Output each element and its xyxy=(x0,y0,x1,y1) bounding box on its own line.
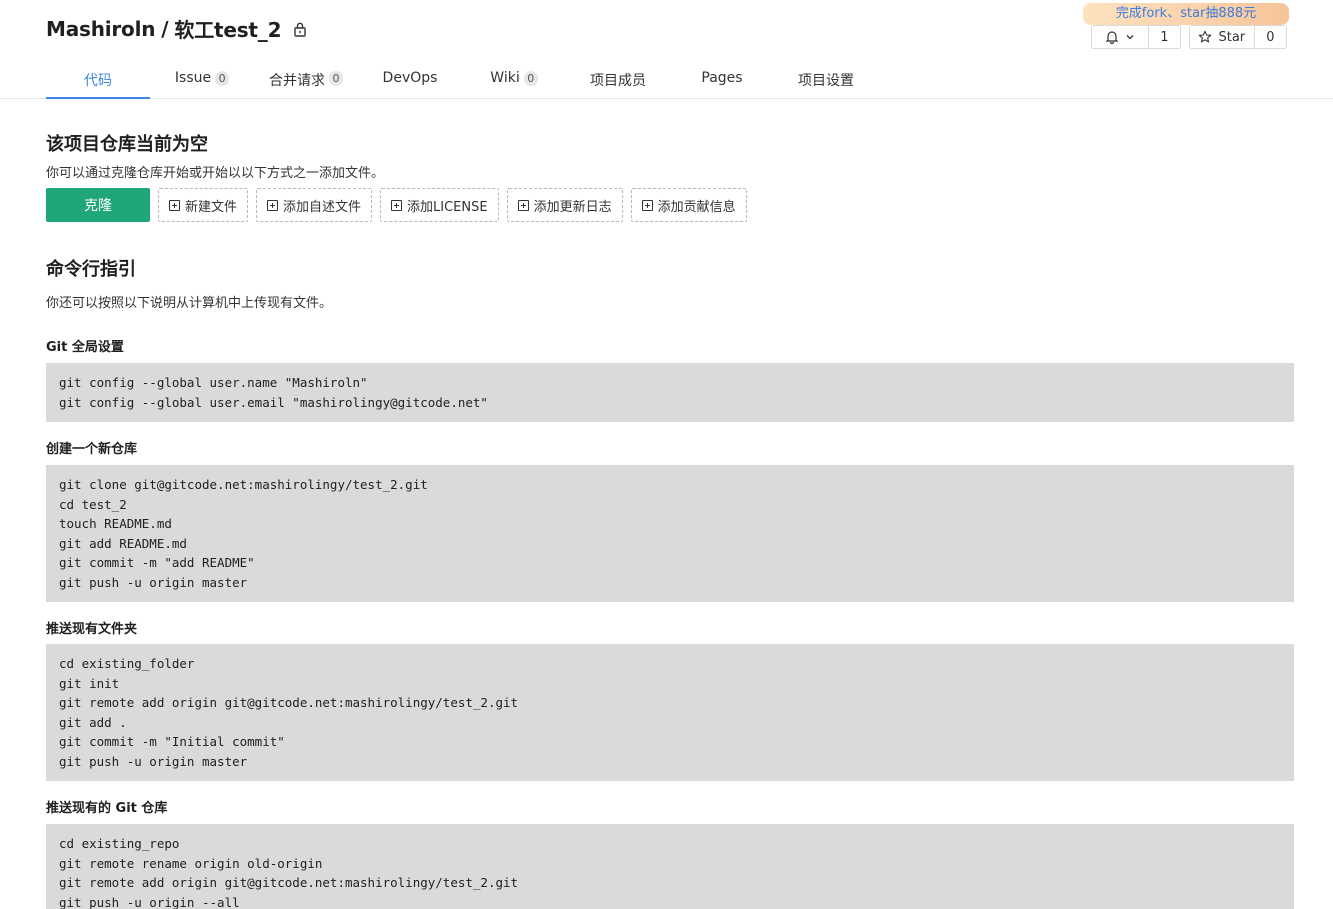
count-badge: 0 xyxy=(523,71,538,86)
code-line: git config --global user.name "Mashiroln… xyxy=(59,375,368,390)
empty-repo-title: 该项目仓库当前为空 xyxy=(46,134,208,155)
plus-square-icon xyxy=(517,199,529,211)
star-label: Star xyxy=(1218,29,1246,45)
star-count[interactable]: 0 xyxy=(1255,26,1286,48)
tab-wiki[interactable]: Wiki 0 xyxy=(462,62,566,99)
star-group: Star 0 xyxy=(1189,25,1287,49)
tab-label: 合并请求 xyxy=(269,73,325,89)
add-contributing-button[interactable]: 添加贡献信息 xyxy=(630,188,747,222)
tab-label: Pages xyxy=(701,70,743,86)
lock-icon xyxy=(294,22,307,37)
code-block-existing-folder[interactable]: cd existing_folder git init git remote a… xyxy=(46,644,1294,781)
button-label: 添加LICENSE xyxy=(407,199,488,215)
tab-merge-requests[interactable]: 合并请求 0 xyxy=(254,62,358,99)
repo-separator: / xyxy=(161,16,169,41)
code-line: cd test_2 xyxy=(59,496,127,512)
plus-square-icon xyxy=(169,199,180,211)
code-line: git remote add origin git@gitcode.net:ma… xyxy=(59,875,519,890)
tab-members[interactable]: 项目成员 xyxy=(566,62,670,99)
code-line: cd existing_repo xyxy=(59,836,180,851)
tab-code[interactable]: 代码 xyxy=(46,62,150,99)
code-line: git commit -m "add README" xyxy=(59,555,255,570)
plus-square-icon xyxy=(391,199,403,211)
tab-label: 项目设置 xyxy=(798,73,854,89)
button-label: 添加贡献信息 xyxy=(657,199,736,215)
promo-banner[interactable]: 完成fork、star抽888元 xyxy=(1083,3,1289,25)
tab-devops[interactable]: DevOps xyxy=(358,62,462,99)
tab-label: 代码 xyxy=(84,73,112,89)
watch-count[interactable]: 1 xyxy=(1149,26,1180,48)
code-line: touch README.md xyxy=(59,516,172,531)
code-line: git push -u origin master xyxy=(59,574,248,590)
add-readme-button[interactable]: 添加自述文件 xyxy=(256,188,373,222)
repo-tabs: 代码 Issue 0 合并请求 0 DevOps Wiki 0 项目成员 Pag… xyxy=(46,62,878,99)
star-button[interactable]: Star xyxy=(1190,26,1255,48)
code-line: cd existing_folder xyxy=(59,656,195,671)
code-line: git remote add origin git@gitcode.net:ma… xyxy=(59,695,519,710)
code-line: git clone git@gitcode.net:mashirolingy/t… xyxy=(59,477,428,492)
section-title-existing-folder: 推送现有文件夹 xyxy=(46,622,138,637)
plus-square-icon xyxy=(641,199,653,211)
tab-label: DevOps xyxy=(382,70,438,86)
button-label: 添加更新日志 xyxy=(533,199,612,215)
code-block-existing-repo[interactable]: cd existing_repo git remote rename origi… xyxy=(46,824,1294,909)
code-line: git init xyxy=(59,675,120,691)
tab-pages[interactable]: Pages xyxy=(670,62,774,99)
repo-title: Mashiroln / 软工test_2 xyxy=(46,14,307,43)
watch-group: 1 xyxy=(1091,25,1181,49)
clone-button[interactable]: 克隆 xyxy=(46,188,150,222)
tab-issue[interactable]: Issue 0 xyxy=(150,62,254,99)
star-icon xyxy=(1199,30,1212,43)
repo-name-link[interactable]: 软工test_2 xyxy=(174,14,281,43)
code-block-global-setup[interactable]: git config --global user.name "Mashiroln… xyxy=(46,363,1294,422)
repo-header: Mashiroln / 软工test_2 完成fork、star抽888元 1 … xyxy=(0,0,1333,99)
tab-label: Issue xyxy=(174,70,212,86)
add-license-button[interactable]: 添加LICENSE xyxy=(380,188,499,222)
button-label: 添加自述文件 xyxy=(283,199,362,215)
cli-guide-title: 命令行指引 xyxy=(46,259,136,280)
chevron-down-icon xyxy=(1126,35,1134,40)
button-label: 新建文件 xyxy=(185,199,238,215)
code-line: git push -u origin master xyxy=(59,753,248,769)
code-line: git push -u origin --all xyxy=(59,894,240,909)
code-line: git remote rename origin old-origin xyxy=(59,855,323,871)
code-line: git commit -m "Initial commit" xyxy=(59,734,285,749)
section-title-global-setup: Git 全局设置 xyxy=(46,340,124,355)
cli-guide-subtitle: 你还可以按照以下说明从计算机中上传现有文件。 xyxy=(46,296,333,311)
section-title-existing-repo: 推送现有的 Git 仓库 xyxy=(46,801,168,816)
add-changelog-button[interactable]: 添加更新日志 xyxy=(506,188,623,222)
empty-repo-subtitle: 你可以通过克隆仓库开始或开始以以下方式之一添加文件。 xyxy=(46,166,385,181)
count-badge: 0 xyxy=(215,71,230,86)
code-line: git add . xyxy=(59,714,127,730)
empty-repo-actions: 克隆 新建文件 添加自述文件 添加LICENSE 添加更新日志 添加贡献信息 xyxy=(46,188,747,222)
new-file-button[interactable]: 新建文件 xyxy=(158,188,249,222)
tab-label: Wiki xyxy=(490,70,520,86)
section-title-new-repo: 创建一个新仓库 xyxy=(46,442,138,457)
tab-settings[interactable]: 项目设置 xyxy=(774,62,878,99)
count-badge: 0 xyxy=(329,71,343,86)
code-block-new-repo[interactable]: git clone git@gitcode.net:mashirolingy/t… xyxy=(46,465,1294,602)
bell-icon xyxy=(1105,31,1119,44)
code-line: git add README.md xyxy=(59,535,187,551)
watch-button[interactable] xyxy=(1092,26,1149,48)
plus-square-icon xyxy=(267,199,279,211)
code-line: git config --global user.email "mashirol… xyxy=(59,394,488,410)
tab-label: 项目成员 xyxy=(590,73,646,89)
repo-owner-link[interactable]: Mashiroln xyxy=(46,17,155,41)
